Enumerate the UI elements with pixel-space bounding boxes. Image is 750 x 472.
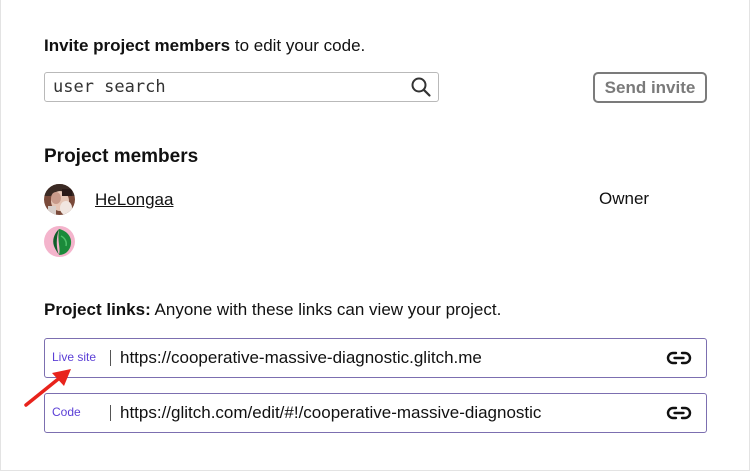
project-links-heading-bold: Project links: (44, 300, 151, 319)
member-name-link[interactable]: HeLongaa (95, 190, 173, 210)
user-search-box[interactable] (44, 72, 439, 102)
code-link-row[interactable]: Code https://glitch.com/edit/#!/cooperat… (44, 393, 707, 433)
link-separator (110, 405, 111, 421)
link-separator (110, 350, 111, 366)
live-site-tag: Live site (52, 350, 97, 364)
code-url[interactable]: https://glitch.com/edit/#!/cooperative-m… (120, 403, 541, 423)
member-role-label: Owner (599, 189, 650, 208)
project-links-heading-rest: Anyone with these links can view your pr… (150, 300, 502, 319)
user-search-input[interactable] (53, 76, 393, 98)
invite-heading-rest: to edit your code. (230, 36, 366, 55)
link-icon[interactable] (666, 349, 692, 367)
project-members-heading: Project members (44, 146, 199, 167)
send-invite-button[interactable]: Send invite (593, 72, 707, 103)
link-icon[interactable] (666, 404, 692, 422)
invite-heading-bold: Invite project members (44, 36, 231, 55)
search-icon[interactable] (410, 76, 432, 98)
project-links-heading: Project links: Anyone with these links c… (44, 300, 501, 320)
live-site-link-row[interactable]: Live site https://cooperative-massive-di… (44, 338, 707, 378)
live-site-url[interactable]: https://cooperative-massive-diagnostic.g… (120, 348, 482, 368)
avatar-photo[interactable] (44, 184, 75, 215)
avatar-green-pink[interactable] (44, 226, 75, 257)
invite-heading: Invite project members to edit your code… (44, 36, 365, 56)
red-arrow-icon (24, 369, 71, 407)
